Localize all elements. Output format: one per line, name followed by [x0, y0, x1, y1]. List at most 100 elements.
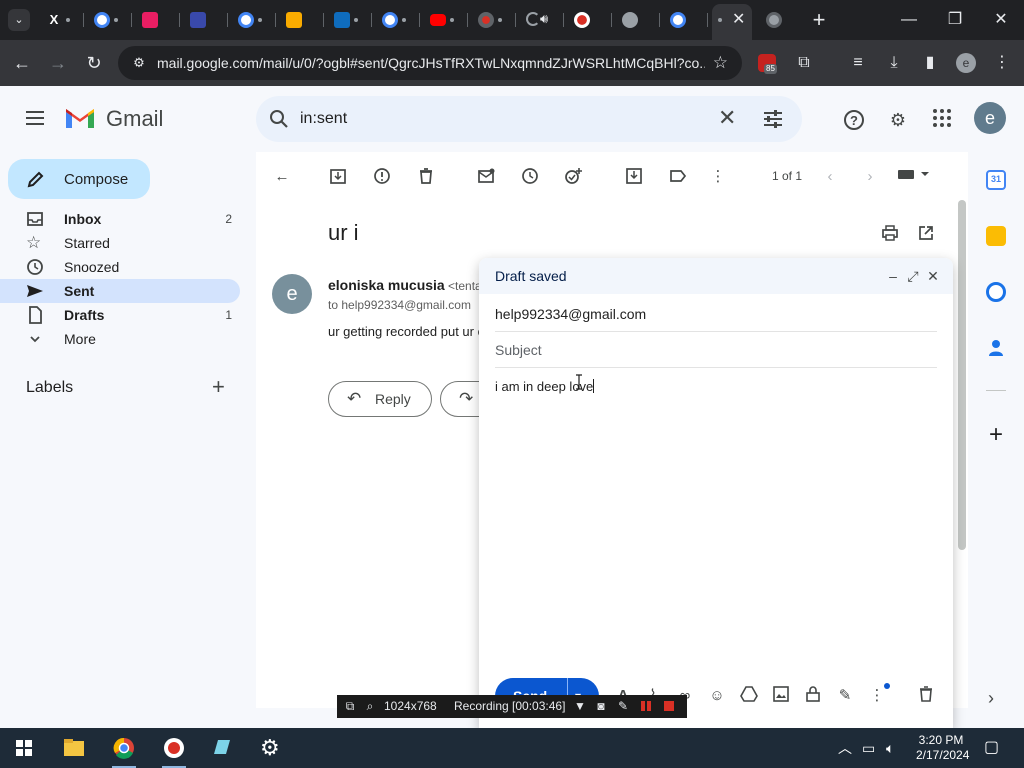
tab-outlook[interactable] [326, 7, 372, 33]
to-field[interactable]: help992334@gmail.com [495, 296, 937, 332]
close-draft-icon[interactable]: ✕ [924, 266, 942, 286]
discard-draft-icon[interactable] [916, 686, 936, 706]
nav-item-more[interactable]: More [0, 327, 240, 351]
address-bar[interactable]: ⚙︎ mail.google.com/mail/u/0/?ogbl#sent/Q… [118, 46, 742, 80]
minimize-window-button[interactable]: — [894, 8, 924, 32]
nav-item-snoozed[interactable]: Snoozed [0, 255, 240, 279]
sender-name[interactable]: eloniska mucusia [328, 277, 445, 293]
clear-search-icon[interactable]: ✕ [718, 106, 736, 130]
show-hidden-icons-chevron-icon[interactable]: ︿ [838, 740, 852, 756]
nav-item-inbox[interactable]: Inbox 2 [0, 207, 240, 231]
download-icon[interactable]: ⤓ [882, 51, 906, 75]
nav-item-sent[interactable]: Sent [0, 279, 240, 303]
tab-google-3[interactable] [374, 7, 420, 33]
show-side-panel-icon[interactable]: › [988, 688, 994, 708]
tab-globe[interactable] [614, 7, 660, 33]
settings-gear-icon[interactable]: ⚙ [886, 108, 910, 132]
calendar-icon[interactable]: 31 [986, 170, 1006, 190]
tab-google-4[interactable] [662, 7, 708, 33]
file-explorer-icon[interactable] [54, 732, 94, 768]
notepad-app-icon[interactable] [202, 732, 242, 768]
tasks-icon[interactable] [986, 282, 1006, 302]
delete-icon[interactable] [416, 167, 436, 187]
scrollbar-thumb[interactable] [958, 200, 966, 550]
confidential-mode-icon[interactable] [803, 686, 823, 706]
input-tools-keyboard-icon[interactable] [896, 167, 932, 187]
keep-icon[interactable] [986, 226, 1006, 246]
subject-field[interactable]: Subject [495, 332, 937, 368]
network-icon[interactable]: ▭ [862, 740, 875, 756]
recorder-stop-icon[interactable] [664, 701, 674, 711]
search-bar[interactable]: in:sent ✕ [256, 96, 802, 142]
back-to-list-icon[interactable]: ← [272, 167, 292, 187]
gmail-logo-icon[interactable] [64, 106, 96, 130]
recorder-dropdown-icon[interactable]: ▼ [573, 699, 587, 713]
gmail-wordmark[interactable]: Gmail [106, 106, 163, 132]
restore-window-button[interactable]: ❐ [940, 8, 970, 32]
tab-google[interactable] [86, 7, 132, 33]
notifications-icon[interactable]: ▢ [984, 740, 999, 756]
snooze-clock-icon[interactable] [520, 167, 540, 187]
to-recipient[interactable]: help992334@gmail.com [495, 306, 646, 322]
sender-avatar[interactable]: e [272, 274, 312, 314]
recorder-pause-icon[interactable] [641, 701, 645, 711]
windows-start-icon[interactable] [4, 732, 44, 768]
system-clock[interactable]: 3:20 PM 2/17/2024 [916, 733, 969, 763]
recorder-window-icon[interactable]: ⧉ [343, 699, 357, 713]
reload-icon[interactable]: ↻ [82, 51, 106, 75]
help-icon[interactable]: ? [842, 108, 866, 132]
settings-gear-taskbar-icon[interactable]: ⚙ [250, 732, 290, 768]
close-tab-icon[interactable]: ✕ [732, 10, 745, 30]
main-menu-icon[interactable] [24, 108, 48, 128]
tab-app-blue[interactable] [182, 7, 228, 33]
reply-button[interactable]: ↶ Reply [328, 381, 432, 417]
extensions-puzzle-icon[interactable]: ⧉ [792, 51, 816, 75]
google-apps-icon[interactable] [930, 108, 954, 132]
nav-item-starred[interactable]: ☆ Starred [0, 231, 240, 255]
search-query-text[interactable]: in:sent [300, 109, 347, 129]
recorder-zoom-icon[interactable]: ⌕ [363, 699, 377, 713]
chrome-profile-avatar[interactable]: e [956, 53, 976, 73]
bookmark-star-icon[interactable]: ☆ [713, 53, 728, 73]
volume-icon[interactable]: 🔈︎ [886, 740, 894, 756]
contacts-icon[interactable] [986, 338, 1006, 358]
search-icon[interactable] [268, 108, 290, 130]
subject-placeholder[interactable]: Subject [495, 342, 542, 358]
close-window-button[interactable]: ✕ [986, 8, 1016, 32]
tab-search-button[interactable]: ⌄ [8, 9, 30, 31]
insert-emoji-icon[interactable]: ☺ [707, 686, 727, 706]
print-icon[interactable] [880, 224, 900, 244]
tab-audio[interactable]: 🔊︎ [518, 7, 564, 33]
tab-record[interactable] [470, 7, 516, 33]
new-tab-button[interactable]: + [808, 8, 830, 32]
add-to-tasks-icon[interactable] [564, 167, 584, 187]
compose-header[interactable]: Draft saved – ⤢ ✕ [479, 258, 953, 294]
label-tag-icon[interactable] [668, 167, 688, 187]
recorder-camera-icon[interactable]: ◙ [594, 699, 608, 713]
more-options-icon[interactable]: ⋮ [867, 686, 887, 706]
side-panel-icon[interactable]: ▮ [918, 51, 942, 75]
nav-item-drafts[interactable]: Drafts 1 [0, 303, 240, 327]
tab-google-2[interactable] [230, 7, 276, 33]
move-to-icon[interactable] [624, 167, 644, 187]
report-spam-icon[interactable] [372, 167, 392, 187]
forward-arrow-icon[interactable]: → [46, 51, 70, 75]
recorder-pen-icon[interactable]: ✎ [616, 699, 630, 713]
tab-record-2[interactable] [566, 7, 612, 33]
open-in-new-window-icon[interactable] [916, 224, 936, 244]
chrome-menu-icon[interactable]: ⋮ [990, 51, 1014, 75]
tab-gmail-active[interactable]: ✕ [712, 4, 752, 40]
more-actions-icon[interactable]: ⋮ [708, 167, 728, 187]
url-text[interactable]: mail.google.com/mail/u/0/?ogbl#sent/Qgrc… [157, 55, 705, 71]
archive-icon[interactable] [328, 167, 348, 187]
back-arrow-icon[interactable]: ← [10, 51, 34, 75]
insert-photo-icon[interactable] [771, 686, 791, 706]
insert-signature-icon[interactable]: ✎ [835, 686, 855, 706]
site-info-icon[interactable]: ⚙︎ [130, 54, 148, 72]
get-addons-icon[interactable]: + [984, 422, 1008, 448]
chrome-taskbar-icon[interactable] [104, 732, 144, 768]
search-options-icon[interactable] [762, 108, 784, 130]
mark-unread-icon[interactable] [476, 167, 496, 187]
newer-chevron-icon[interactable]: ‹ [820, 167, 840, 187]
account-avatar[interactable]: e [974, 102, 1006, 134]
